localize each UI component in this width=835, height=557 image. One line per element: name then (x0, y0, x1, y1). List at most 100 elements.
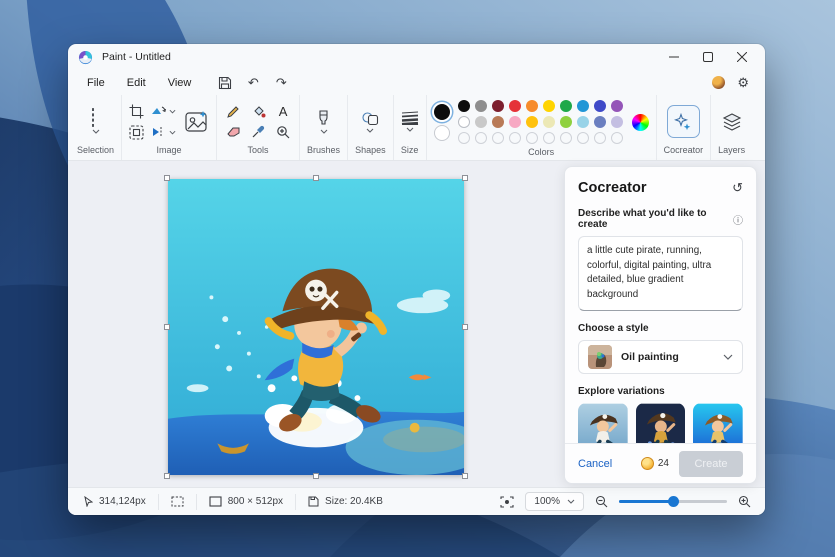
color-swatch-1fa84a[interactable] (560, 100, 572, 112)
color-swatch-ffc20e[interactable] (526, 116, 538, 128)
color-swatch-empty[interactable] (594, 132, 606, 144)
foreground-color-swatch[interactable] (434, 104, 450, 120)
brush-icon[interactable] (316, 110, 331, 127)
color-swatch-empty[interactable] (543, 132, 555, 144)
info-icon[interactable]: ⓘ (733, 212, 743, 227)
rotate-icon[interactable] (151, 105, 166, 118)
cancel-button[interactable]: Cancel (578, 458, 612, 470)
eraser-icon[interactable] (226, 125, 241, 138)
layers-icon[interactable] (722, 113, 742, 131)
selection-handle[interactable] (313, 473, 319, 479)
size-group[interactable]: Size (394, 95, 427, 160)
background-color-swatch[interactable] (434, 125, 450, 141)
color-swatch-empty[interactable] (509, 132, 521, 144)
undo-icon[interactable]: ↶ (240, 73, 266, 93)
zoom-slider[interactable] (619, 500, 727, 503)
color-swatch-98d3e8[interactable] (577, 116, 589, 128)
create-button[interactable]: Create (679, 451, 743, 477)
color-swatch-ffd400[interactable] (543, 100, 555, 112)
color-swatch-9455b8[interactable] (611, 100, 623, 112)
fit-to-screen-icon[interactable] (500, 496, 514, 508)
file-size-icon (308, 496, 319, 507)
redo-icon[interactable]: ↷ (268, 73, 294, 93)
color-swatch-empty[interactable] (492, 132, 504, 144)
cocreator-group[interactable]: Cocreator (657, 95, 712, 160)
chevron-down-icon[interactable] (320, 129, 328, 134)
color-swatch-empty[interactable] (611, 132, 623, 144)
titlebar[interactable]: Paint - Untitled (68, 44, 765, 70)
maximize-button[interactable] (691, 45, 725, 69)
selection-group[interactable]: Selection (70, 95, 122, 160)
pencil-icon[interactable] (226, 105, 240, 119)
selection-handle[interactable] (164, 324, 170, 330)
zoom-out-icon[interactable] (595, 495, 608, 508)
text-tool-icon[interactable]: A (279, 104, 288, 119)
color-swatch-2196d6[interactable] (577, 100, 589, 112)
group-label: Shapes (355, 143, 386, 158)
canvas[interactable] (168, 179, 464, 475)
chevron-down-icon (723, 354, 733, 360)
color-swatch-e53238[interactable] (509, 100, 521, 112)
selection-handle[interactable] (462, 473, 468, 479)
edit-colors-icon[interactable] (632, 114, 649, 131)
color-swatch-ece8b5[interactable] (543, 116, 555, 128)
minimize-button[interactable] (657, 45, 691, 69)
selection-handle[interactable] (313, 175, 319, 181)
cocreator-button[interactable] (667, 105, 700, 138)
color-swatch-c4bfe2[interactable] (611, 116, 623, 128)
color-swatch-8e8e8e[interactable] (475, 100, 487, 112)
menu-item-view[interactable]: View (157, 74, 203, 92)
color-swatch-empty[interactable] (560, 132, 572, 144)
magnifier-icon[interactable] (276, 125, 290, 139)
color-swatch-f7a8c3[interactable] (509, 116, 521, 128)
prompt-input[interactable]: a little cute pirate, running, colorful,… (578, 236, 743, 311)
fill-bucket-icon[interactable] (251, 105, 266, 119)
color-swatch-empty[interactable] (526, 132, 538, 144)
account-avatar[interactable] (712, 76, 725, 89)
zoom-in-icon[interactable] (738, 495, 751, 508)
color-swatch-f68b2c[interactable] (526, 100, 538, 112)
close-button[interactable] (725, 45, 759, 69)
zoom-level-dropdown[interactable]: 100% (525, 492, 584, 511)
save-icon[interactable] (212, 73, 238, 93)
selection-tool-icon[interactable] (92, 108, 94, 127)
color-swatch-b97a57[interactable] (492, 116, 504, 128)
selection-handle[interactable] (462, 175, 468, 181)
chevron-down-icon[interactable] (406, 127, 414, 132)
settings-gear-icon[interactable]: ⚙ (737, 75, 749, 91)
color-swatch-7d1f2e[interactable] (492, 100, 504, 112)
flip-icon[interactable] (151, 126, 166, 138)
color-swatch-3f4ac8[interactable] (594, 100, 606, 112)
eyedropper-icon[interactable] (251, 125, 265, 139)
menu-item-edit[interactable]: Edit (116, 74, 157, 92)
color-swatch-c9c9c9[interactable] (475, 116, 487, 128)
layers-group[interactable]: Layers (711, 95, 752, 160)
zoom-slider-thumb[interactable] (668, 496, 679, 507)
variations-label: Explore variations (578, 386, 743, 397)
chevron-down-icon[interactable] (169, 130, 176, 135)
chevron-down-icon[interactable] (92, 129, 100, 134)
shapes-icon[interactable] (361, 111, 380, 126)
history-icon[interactable]: ↺ (732, 180, 743, 196)
selection-handle[interactable] (462, 324, 468, 330)
color-swatch-ffffff[interactable] (458, 116, 470, 128)
colors-group: Colors (427, 95, 657, 160)
shapes-group[interactable]: Shapes (348, 95, 394, 160)
brushes-group[interactable]: Brushes (300, 95, 348, 160)
selection-handle[interactable] (164, 175, 170, 181)
color-swatch-8fd13f[interactable] (560, 116, 572, 128)
color-swatch-6b7fc0[interactable] (594, 116, 606, 128)
crop-icon[interactable] (129, 104, 144, 119)
style-dropdown[interactable]: Oil painting (578, 340, 743, 374)
stroke-size-icon[interactable] (401, 111, 419, 125)
remove-background-icon[interactable] (183, 109, 209, 135)
color-swatch-empty[interactable] (458, 132, 470, 144)
chevron-down-icon[interactable] (366, 128, 374, 133)
color-swatch-empty[interactable] (475, 132, 487, 144)
chevron-down-icon[interactable] (169, 109, 176, 114)
menu-item-file[interactable]: File (76, 74, 116, 92)
selection-handle[interactable] (164, 473, 170, 479)
resize-icon[interactable] (129, 125, 144, 140)
color-swatch-empty[interactable] (577, 132, 589, 144)
color-swatch-0d0d0d[interactable] (458, 100, 470, 112)
